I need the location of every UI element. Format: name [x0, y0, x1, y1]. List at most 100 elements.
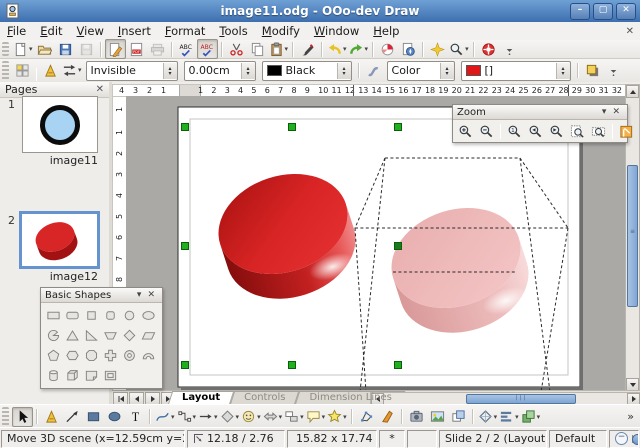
- symbol-shapes-button[interactable]: ▾: [240, 407, 262, 427]
- edit-points-button[interactable]: [356, 407, 377, 427]
- arrow-style-dropdown-icon[interactable]: ▾: [78, 66, 82, 74]
- tab-controls[interactable]: Controls: [232, 391, 297, 405]
- undo-button[interactable]: ▾: [326, 39, 348, 59]
- new-dropdown-icon[interactable]: ▾: [29, 45, 33, 53]
- redo-button[interactable]: ▾: [348, 39, 370, 59]
- navigator-button[interactable]: [398, 39, 419, 59]
- spellcheck-button[interactable]: ABC: [176, 39, 197, 59]
- new-button[interactable]: ▾: [12, 39, 34, 59]
- line-color-spinner[interactable]: ▴▾: [337, 63, 351, 79]
- fill-color-spinner[interactable]: ▴▾: [556, 63, 570, 79]
- menu-edit[interactable]: Edit: [33, 23, 69, 39]
- zoom-out-button[interactable]: [476, 121, 497, 141]
- square-shape-button[interactable]: [82, 305, 100, 325]
- zoom-palette-close-icon[interactable]: ✕: [609, 107, 623, 117]
- parallelogram-shape-button[interactable]: [140, 325, 158, 345]
- zoom-slider[interactable]: − +: [615, 432, 639, 445]
- gallery-button[interactable]: [427, 407, 448, 427]
- selection-handle[interactable]: [395, 362, 402, 369]
- arrow-style-button[interactable]: ▾: [61, 60, 83, 80]
- open-button[interactable]: [34, 39, 55, 59]
- styles-button[interactable]: [12, 60, 33, 80]
- cube-shape-button[interactable]: [63, 365, 81, 385]
- copy-button[interactable]: [247, 39, 268, 59]
- toolbar-grip[interactable]: [2, 42, 9, 56]
- zoom-button[interactable]: ▾: [448, 39, 470, 59]
- save-button[interactable]: [55, 39, 76, 59]
- menu-format[interactable]: Format: [158, 23, 213, 39]
- toolbar-more-button[interactable]: »: [627, 410, 634, 423]
- flowcharts-dropdown-icon[interactable]: ▾: [300, 413, 304, 421]
- horizontal-scroll-thumb[interactable]: ∣∣∣: [466, 394, 576, 404]
- stars-dropdown-icon[interactable]: ▾: [343, 413, 347, 421]
- selection-handle[interactable]: [395, 243, 402, 250]
- fill-style-spinner[interactable]: ▴▾: [440, 63, 454, 79]
- fontwork-button[interactable]: [377, 407, 398, 427]
- frame-shape-button[interactable]: [101, 365, 119, 385]
- pages-panel-close-icon[interactable]: ✕: [96, 84, 104, 95]
- rounded-square-shape-button[interactable]: [101, 305, 119, 325]
- cylinder-shape-button[interactable]: [44, 365, 62, 385]
- isosceles-triangle-shape-button[interactable]: [63, 325, 81, 345]
- zoom-100-button[interactable]: 1: [504, 121, 525, 141]
- curve-button[interactable]: ▾: [154, 407, 176, 427]
- alignment-dropdown-icon[interactable]: ▾: [515, 413, 519, 421]
- menu-tools[interactable]: Tools: [212, 23, 254, 39]
- chart-button[interactable]: [377, 39, 398, 59]
- zoom-out-slider-icon[interactable]: −: [615, 432, 628, 445]
- display-grid-button[interactable]: [427, 39, 448, 59]
- menu-view[interactable]: View: [70, 23, 111, 39]
- transformations-button[interactable]: [448, 407, 469, 427]
- zoom-in-button[interactable]: [455, 121, 476, 141]
- hexagon-shape-button[interactable]: [63, 345, 81, 365]
- text-button[interactable]: T: [125, 407, 146, 427]
- shadow-button[interactable]: [582, 60, 603, 80]
- vertical-scroll-thumb[interactable]: ≡: [627, 165, 638, 307]
- rectangle-shape-button[interactable]: [44, 305, 62, 325]
- line-color-combo[interactable]: Black ▴▾: [262, 61, 352, 81]
- export-pdf-button[interactable]: PDF: [126, 39, 147, 59]
- zoom-entire-page-button[interactable]: [567, 121, 588, 141]
- curve-dropdown-icon[interactable]: ▾: [171, 413, 175, 421]
- connector-button[interactable]: ▾: [176, 407, 198, 427]
- from-file-button[interactable]: [406, 407, 427, 427]
- extrusion-button[interactable]: ▾: [477, 407, 499, 427]
- selection-handle[interactable]: [182, 124, 189, 131]
- connector-dropdown-icon[interactable]: ▾: [193, 413, 197, 421]
- selection-handle[interactable]: [289, 124, 296, 131]
- paste-button[interactable]: ▾: [268, 39, 290, 59]
- circle-pie-shape-button[interactable]: [44, 325, 62, 345]
- block-arrows-dropdown-icon[interactable]: ▾: [279, 413, 283, 421]
- print-button[interactable]: [147, 39, 168, 59]
- line-width-spinbox[interactable]: 0.00cm ▴▾: [184, 61, 256, 81]
- toolbar-options-button[interactable]: [603, 60, 624, 80]
- ring-shape-button[interactable]: [121, 345, 139, 365]
- cut-button[interactable]: [226, 39, 247, 59]
- symbol-shapes-dropdown-icon[interactable]: ▾: [257, 413, 261, 421]
- menu-insert[interactable]: Insert: [111, 23, 158, 39]
- zoom-dropdown-icon[interactable]: ▾: [465, 45, 469, 53]
- lines-arrows-button[interactable]: ▾: [197, 407, 219, 427]
- diamond-shape-button[interactable]: [121, 325, 139, 345]
- edit-file-button[interactable]: [105, 39, 126, 59]
- callouts-dropdown-icon[interactable]: ▾: [322, 413, 326, 421]
- alignment-button[interactable]: ▾: [498, 407, 520, 427]
- select-button[interactable]: [12, 407, 33, 427]
- folded-corner-shape-button[interactable]: [82, 365, 100, 385]
- selection-handle[interactable]: [182, 243, 189, 250]
- help-button[interactable]: [478, 39, 499, 59]
- menu-modify[interactable]: Modify: [255, 23, 307, 39]
- basic-shapes-menu-icon[interactable]: ▾: [134, 290, 145, 300]
- area-button[interactable]: [363, 60, 384, 80]
- zoom-next-button[interactable]: [546, 121, 567, 141]
- block-arrows-button[interactable]: ▾: [262, 407, 284, 427]
- selection-handle[interactable]: [182, 362, 189, 369]
- zoom-palette-menu-icon[interactable]: ▾: [599, 107, 610, 117]
- undo-dropdown-icon[interactable]: ▾: [343, 45, 347, 53]
- selection-handle[interactable]: [395, 124, 402, 131]
- minimize-button[interactable]: –: [570, 3, 590, 20]
- menu-window[interactable]: Window: [307, 23, 366, 39]
- line-button[interactable]: [40, 60, 61, 80]
- trapezoid-shape-button[interactable]: [101, 325, 119, 345]
- basic-shapes-dropdown-icon[interactable]: ▾: [236, 413, 240, 421]
